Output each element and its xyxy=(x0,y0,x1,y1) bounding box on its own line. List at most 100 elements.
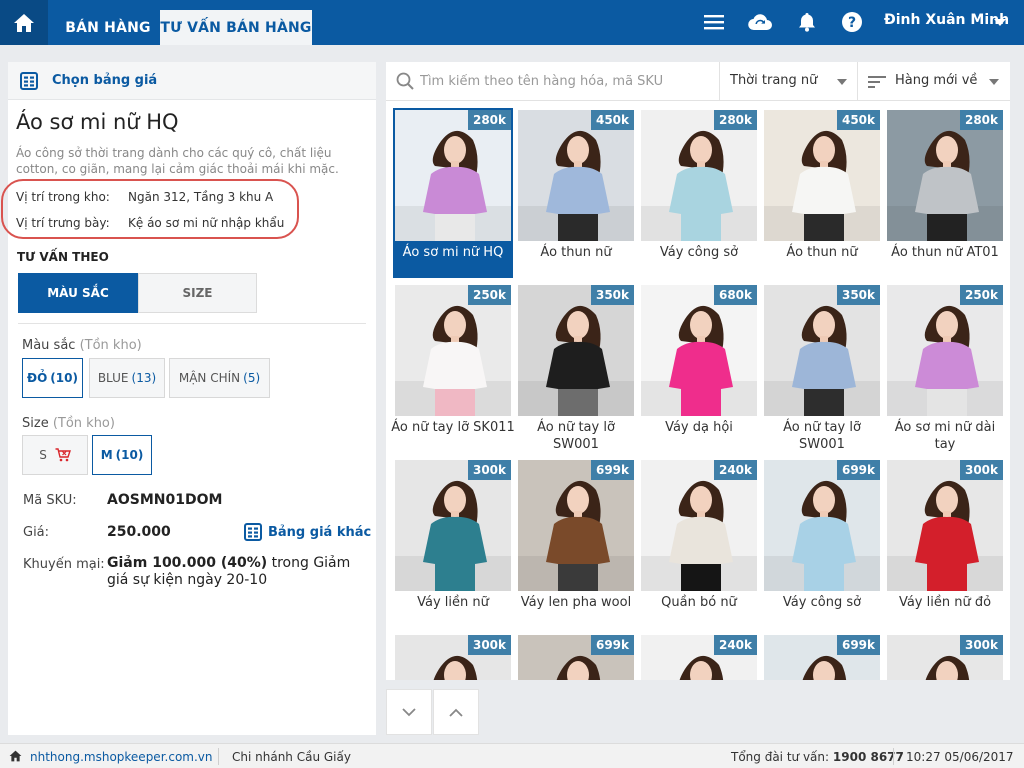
price-badge: 280k xyxy=(713,110,757,130)
svg-text:?: ? xyxy=(848,15,856,31)
size-label-text: Size xyxy=(22,416,49,431)
sync-button[interactable] xyxy=(746,9,774,35)
color-label-text: Màu sắc xyxy=(22,338,76,353)
menu-button[interactable] xyxy=(700,9,728,35)
sku-value: AOSMN01DOM xyxy=(107,492,223,508)
branch-name: Chi nhánh Cầu Giấy xyxy=(232,750,351,764)
product-card[interactable]: 300k Váy liền nữ đỏ xyxy=(887,460,1003,626)
product-name: Áo nữ tay lỡ SK011 xyxy=(391,420,515,435)
product-name: Áo nữ tay lỡ SW001 xyxy=(537,420,615,452)
home-icon xyxy=(14,13,34,32)
chevron-down-icon[interactable] xyxy=(994,19,1006,26)
product-card[interactable]: 350k Áo nữ tay lỡ SW001 xyxy=(518,285,634,452)
product-name: Áo sơ mi nữ HQ xyxy=(395,241,511,276)
price-badge: 250k xyxy=(467,285,511,305)
consult-by-size-tab[interactable]: SIZE xyxy=(138,273,257,313)
divider xyxy=(893,748,894,765)
product-card[interactable]: 250k Áo sơ mi nữ dài tay xyxy=(887,285,1003,452)
product-card[interactable]: 300k Váy liền nữ xyxy=(395,460,511,626)
product-name: Váy len pha wool xyxy=(520,595,632,610)
user-name[interactable]: Đinh Xuân Minh xyxy=(884,12,1009,28)
product-card[interactable]: 280k Váy công sở xyxy=(641,110,757,276)
chevron-down-icon[interactable] xyxy=(989,79,999,85)
other-prices-link[interactable]: Bảng giá khác xyxy=(244,523,371,541)
product-card[interactable]: 240k xyxy=(641,635,757,680)
price-badge: 350k xyxy=(590,285,634,305)
divider xyxy=(857,62,858,101)
price-badge: 680k xyxy=(713,285,757,305)
promotion-amount: Giảm 100.000 (40%) xyxy=(107,555,268,571)
product-card[interactable]: 350k Áo nữ tay lỡ SW001 xyxy=(764,285,880,452)
help-icon: ? xyxy=(842,12,862,32)
price-badge: 699k xyxy=(836,460,880,480)
site-link[interactable]: nhthong.mshopkeeper.com.vn xyxy=(30,750,213,764)
product-card[interactable]: 300k xyxy=(887,635,1003,680)
cloud-sync-icon xyxy=(748,14,772,31)
product-card[interactable]: 450k Áo thun nữ xyxy=(518,110,634,276)
size-option-s[interactable]: S xyxy=(22,435,88,475)
product-name: Váy liền nữ đỏ xyxy=(898,595,992,610)
status-bar: nhthong.mshopkeeper.com.vn Chi nhánh Cầu… xyxy=(0,743,1024,768)
product-name: Quần bó nữ xyxy=(661,595,737,610)
color-options-label: Màu sắc (Tồn kho) xyxy=(22,338,142,353)
scroll-up-button[interactable] xyxy=(433,689,479,735)
product-detail-panel: Chọn bảng giá Áo sơ mi nữ HQ Áo công sở … xyxy=(1,62,376,735)
hotline: Tổng đài tư vấn: 1900 8677 xyxy=(731,750,904,764)
search-icon xyxy=(396,72,414,90)
product-description: Áo công sở thời trang dành cho các quý c… xyxy=(16,146,339,176)
chevron-down-icon[interactable] xyxy=(837,79,847,85)
product-card[interactable]: 699k Váy công sở xyxy=(764,460,880,626)
product-card[interactable]: 300k xyxy=(395,635,511,680)
color-count: (13) xyxy=(131,371,157,385)
product-card[interactable]: 240k Quần bó nữ xyxy=(641,460,757,626)
tab-ban-hang[interactable]: BÁN HÀNG xyxy=(56,10,160,45)
bell-icon xyxy=(799,12,815,32)
notifications-button[interactable] xyxy=(793,9,821,35)
product-card[interactable]: 280k Áo thun nữ AT01 xyxy=(887,110,1003,276)
size-options-label: Size (Tồn kho) xyxy=(22,416,115,431)
location-highlight-ring xyxy=(1,179,299,239)
price-badge: 450k xyxy=(590,110,634,130)
consult-by-title: TƯ VẤN THEO xyxy=(17,250,109,264)
price-badge: 300k xyxy=(467,635,511,655)
price-badge: 250k xyxy=(959,285,1003,305)
choose-price-table[interactable]: Chọn bảng giá xyxy=(8,62,376,100)
product-card[interactable]: 680k Váy dạ hội xyxy=(641,285,757,451)
price-badge: 280k xyxy=(467,110,511,130)
tab-tu-van-ban-hang[interactable]: TƯ VẤN BÁN HÀNG xyxy=(160,10,312,45)
consult-by-color-tab[interactable]: MÀU SẮC xyxy=(18,273,138,313)
product-card[interactable]: 699k xyxy=(764,635,880,680)
product-name: Áo thun nữ AT01 xyxy=(891,245,999,260)
price-badge: 699k xyxy=(836,635,880,655)
product-card[interactable]: 450k Áo thun nữ xyxy=(764,110,880,276)
product-card[interactable]: 280k Áo sơ mi nữ HQ xyxy=(393,108,513,278)
scroll-down-button[interactable] xyxy=(386,689,432,735)
size-option-m[interactable]: M (10) xyxy=(92,435,152,475)
chevron-up-icon xyxy=(449,708,463,717)
color-option-blue[interactable]: BLUE (13) xyxy=(89,358,165,398)
product-card[interactable]: 699k xyxy=(518,635,634,680)
product-name: Áo sơ mi nữ dài tay xyxy=(894,420,996,452)
product-card[interactable]: 250k Áo nữ tay lỡ SK011 xyxy=(391,285,515,451)
sku-label: Mã SKU: xyxy=(23,493,77,508)
home-button[interactable] xyxy=(0,0,48,45)
price-value: 250.000 xyxy=(107,524,171,540)
category-dropdown[interactable]: Thời trang nữ xyxy=(730,73,817,88)
price-badge: 450k xyxy=(836,110,880,130)
product-card[interactable]: 699k Váy len pha wool xyxy=(518,460,634,626)
price-table-icon xyxy=(20,72,38,90)
help-button[interactable]: ? xyxy=(838,9,866,35)
menu-icon xyxy=(704,15,724,30)
price-badge: 240k xyxy=(713,635,757,655)
color-option-do[interactable]: ĐỎ (10) xyxy=(22,358,83,398)
other-prices-label: Bảng giá khác xyxy=(268,524,372,540)
product-name: Váy liền nữ xyxy=(417,595,489,610)
sort-icon xyxy=(868,76,886,88)
sort-dropdown[interactable]: Hàng mới về xyxy=(895,73,977,88)
color-option-man-chin[interactable]: MẬN CHÍN (5) xyxy=(169,358,270,398)
size-name: S xyxy=(39,448,47,462)
price-badge: 699k xyxy=(590,460,634,480)
product-title: Áo sơ mi nữ HQ xyxy=(16,110,179,134)
search-input[interactable] xyxy=(420,70,716,92)
price-badge: 300k xyxy=(959,460,1003,480)
